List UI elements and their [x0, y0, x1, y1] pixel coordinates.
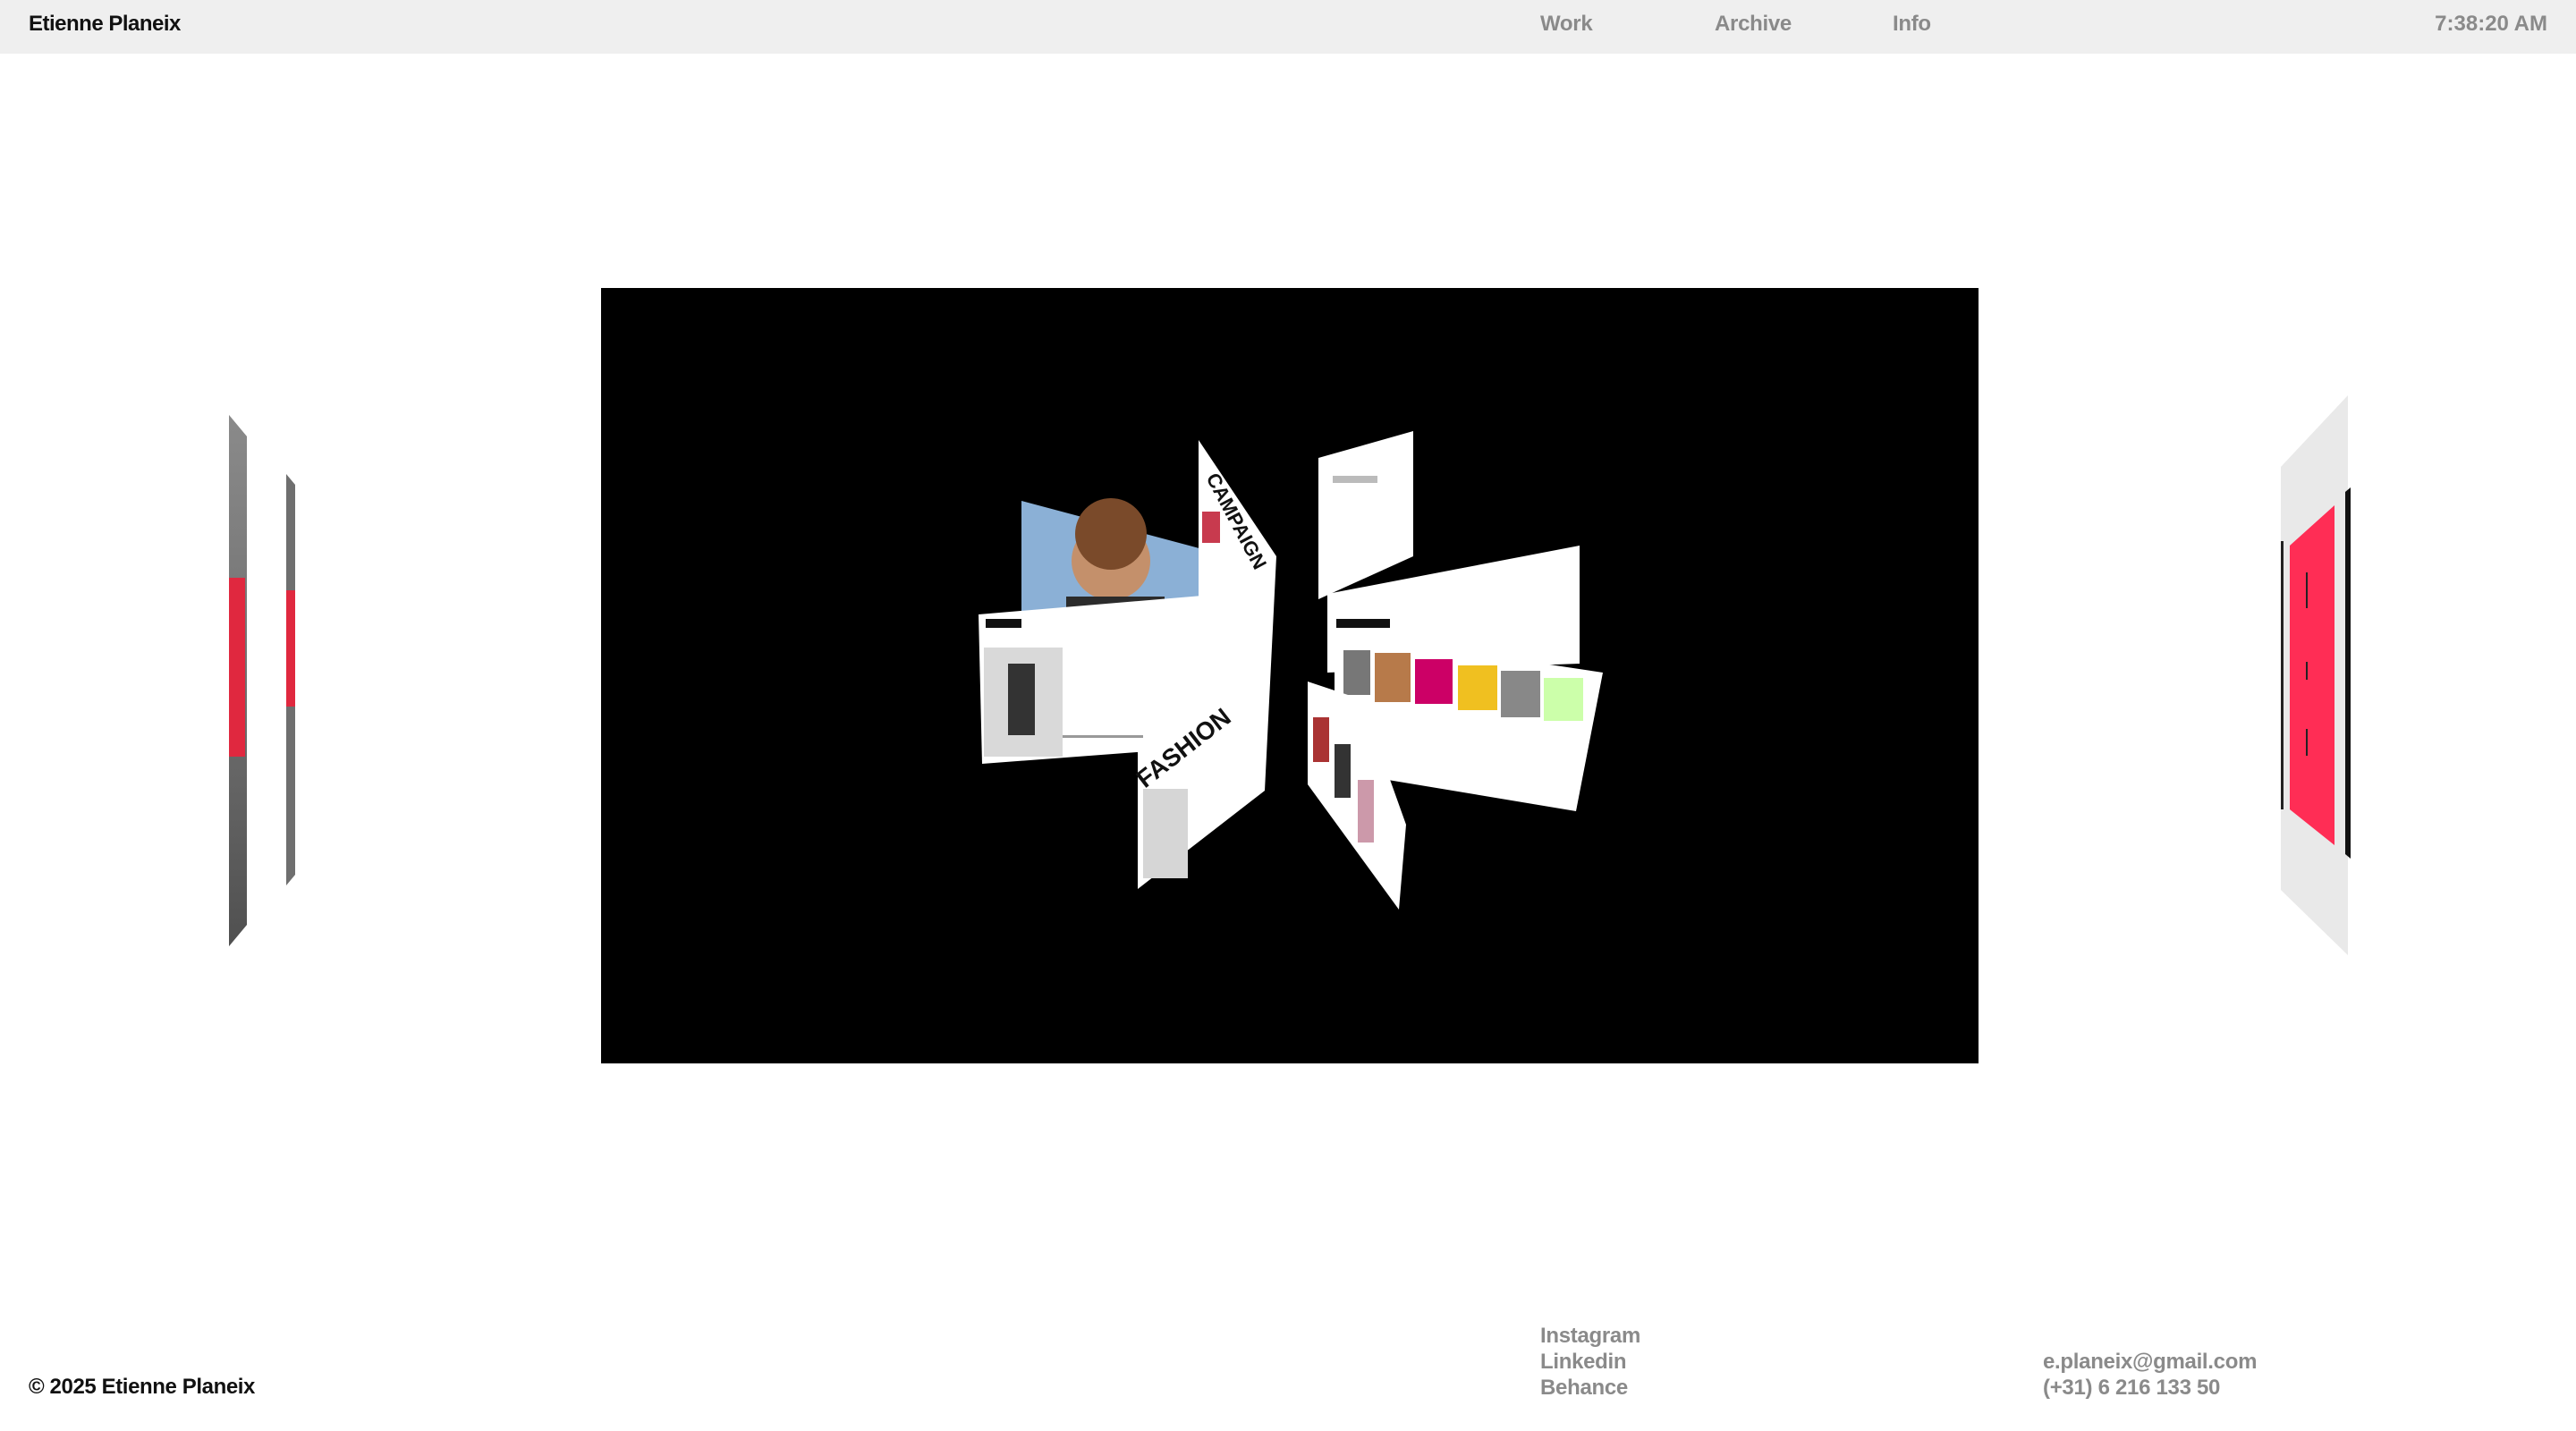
linkedin-link[interactable]: Linkedin — [1540, 1349, 1640, 1375]
top-bar: Etienne Planeix Work Archive Info 7:38:2… — [0, 0, 2576, 54]
nav-archive[interactable]: Archive — [1715, 12, 1792, 37]
contact-info: e.planeix@gmail.com (+31) 6 216 133 50 — [2043, 1349, 2257, 1401]
editorial-card — [1318, 431, 1413, 599]
behance-link[interactable]: Behance — [1540, 1375, 1640, 1401]
project-showcase[interactable]: CAMPAIGN FASHION — [601, 288, 1979, 1063]
email-link[interactable]: e.planeix@gmail.com — [2043, 1349, 2257, 1375]
phone-link[interactable]: (+31) 6 216 133 50 — [2043, 1375, 2257, 1401]
right-card-graphic — [2281, 395, 2351, 955]
card-cluster: CAMPAIGN FASHION — [979, 431, 1603, 910]
clock: 7:38:20 AM — [2435, 12, 2547, 36]
project-card-left[interactable] — [224, 411, 304, 948]
instagram-link[interactable]: Instagram — [1540, 1323, 1640, 1349]
nav-info[interactable]: Info — [1893, 12, 1931, 37]
brand-name[interactable]: Etienne Planeix — [29, 12, 181, 37]
project-card-right[interactable] — [2272, 394, 2352, 957]
nav-work[interactable]: Work — [1540, 12, 1593, 37]
copyright: © 2025 Etienne Planeix — [29, 1375, 256, 1399]
social-links: Instagram Linkedin Behance — [1540, 1323, 1640, 1401]
left-card-graphic — [229, 415, 295, 946]
